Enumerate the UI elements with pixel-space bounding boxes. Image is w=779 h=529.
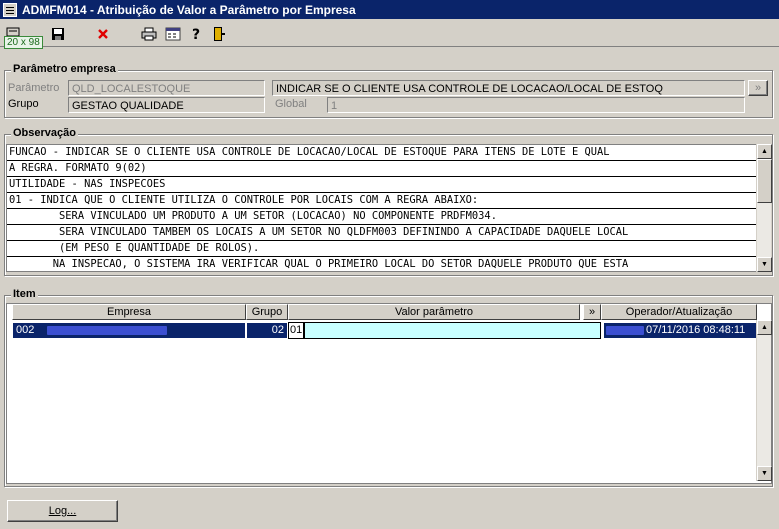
scroll-down-arrow[interactable]: ▼ (757, 466, 772, 481)
global-label: Global (275, 98, 307, 110)
grupo-label: Grupo (8, 98, 39, 110)
empresa-code: 002 (16, 324, 35, 336)
memo-line: NA INSPECAO, O SISTEMA IRA VERIFICAR QUA… (7, 257, 758, 271)
cell-grupo[interactable]: 02 (246, 322, 288, 339)
memo-line: A REGRA. FORMATO 9(02) (7, 161, 758, 177)
help-icon[interactable]: ? (187, 25, 205, 43)
lookup-button[interactable]: » (748, 80, 768, 96)
observacao-scrollbar[interactable]: ▲ ▼ (756, 144, 772, 272)
column-header-empresa[interactable]: Empresa (12, 304, 246, 320)
column-header-grupo[interactable]: Grupo (246, 304, 288, 320)
item-grid[interactable]: Empresa Grupo Valor parâmetro » Operador… (6, 303, 772, 484)
group-title: Item (11, 288, 38, 300)
group-title: Observação (11, 127, 78, 139)
title-bar: ADMFM014 - Atribuição de Valor a Parâmet… (0, 0, 779, 19)
column-header-valor[interactable]: Valor parâmetro (288, 304, 580, 320)
cell-empresa[interactable]: 002 (12, 322, 246, 339)
scroll-thumb[interactable] (757, 159, 772, 203)
calculator-icon[interactable] (164, 25, 182, 43)
memo-line: (EM PESO E QUANTIDADE DE ROLOS). (7, 241, 758, 257)
window-title: ADMFM014 - Atribuição de Valor a Parâmet… (22, 2, 356, 17)
delete-icon[interactable] (94, 25, 112, 43)
print-icon[interactable] (140, 25, 158, 43)
redacted-text (47, 325, 168, 335)
item-scrollbar[interactable]: ▲ ▼ (756, 320, 772, 481)
scroll-up-arrow[interactable]: ▲ (757, 320, 772, 335)
observacao-memo[interactable]: FUNCAO - INDICAR SE O CLIENTE USA CONTRO… (6, 144, 759, 272)
parametro-code-field[interactable]: QLD_LOCALESTOQUE (68, 80, 265, 96)
memo-line: UTILIDADE - NAS INSPECOES (7, 177, 758, 193)
atualizacao-value: 07/11/2016 08:48:11 (646, 324, 746, 336)
redacted-text (606, 325, 644, 335)
save-icon[interactable] (49, 25, 67, 43)
memo-line: 01 - INDICA QUE O CLIENTE UTILIZA O CONT… (7, 193, 758, 209)
group-title: Parâmetro empresa (11, 63, 118, 75)
memo-line: SERA VINCULADO UM PRODUTO A UM SETOR (LO… (7, 209, 758, 225)
log-button[interactable]: Log... (7, 500, 118, 522)
cell-operador[interactable]: 07/11/2016 08:48:11 (603, 322, 757, 339)
log-button-label: Log... (48, 505, 77, 517)
app-icon (3, 2, 17, 17)
scroll-up-arrow[interactable]: ▲ (757, 144, 772, 159)
memo-line: FUNCAO - INDICAR SE O CLIENTE USA CONTRO… (7, 145, 758, 161)
column-header-operador[interactable]: Operador/Atualização (601, 304, 757, 320)
grupo-field[interactable]: GESTAO QUALIDADE (68, 97, 265, 113)
parametro-desc-field[interactable]: INDICAR SE O CLIENTE USA CONTROLE DE LOC… (272, 80, 745, 96)
memo-line: SERA VINCULADO TAMBEM OS LOCAIS A UM SET… (7, 225, 758, 241)
scroll-down-arrow[interactable]: ▼ (757, 257, 772, 272)
global-field[interactable]: 1 (327, 97, 745, 113)
column-expand-button[interactable]: » (583, 304, 601, 320)
svg-text:?: ? (192, 27, 200, 42)
cell-valor-input[interactable] (304, 322, 601, 339)
exit-icon[interactable] (210, 25, 228, 43)
size-badge: 20 x 98 (4, 36, 43, 49)
parametro-label: Parâmetro (8, 82, 60, 94)
toolbar: 20 x 98 ? (0, 19, 779, 49)
cell-valor-prefix[interactable]: 01 (288, 322, 304, 339)
